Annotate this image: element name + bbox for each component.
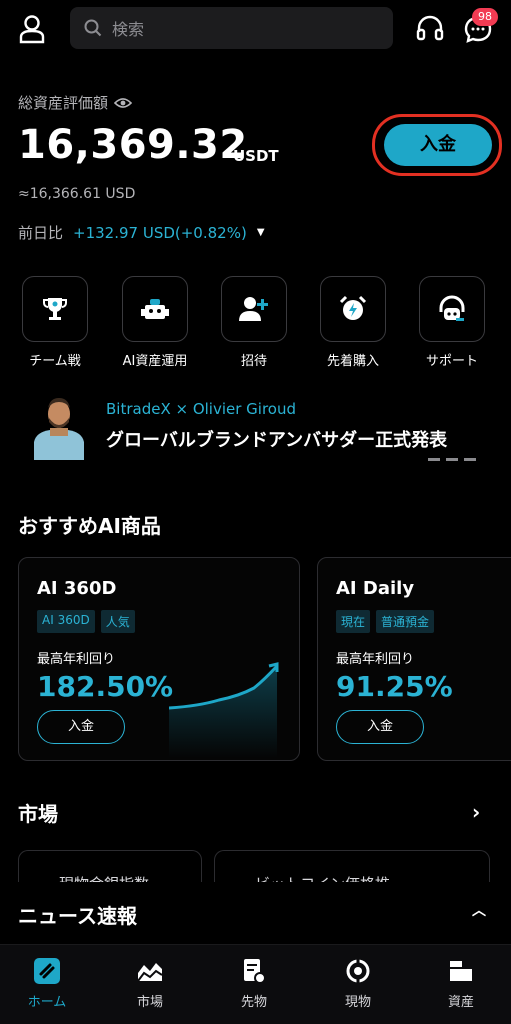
tab-label: ホーム [27, 995, 67, 1010]
quick-action-label: チーム戦 [29, 354, 81, 369]
product-tag: 現在 [336, 610, 371, 633]
tab-label: 先物 [240, 995, 267, 1010]
usd-approx-value: ≈16,366.61 USD [18, 186, 136, 202]
search-placeholder: 検索 [112, 20, 145, 39]
robot-icon [122, 276, 188, 342]
quick-action-early-purchase[interactable]: 先着購入 [313, 276, 393, 369]
daily-change-label: 前日比 [18, 224, 64, 242]
ambassador-photo[interactable] [30, 390, 88, 460]
daily-change-row[interactable]: 前日比 +132.97 USD(+0.82%) ▼ [18, 222, 265, 243]
market-title: 市場 [18, 802, 58, 826]
growth-sparkline-icon [169, 662, 279, 758]
banner-pagination [428, 458, 476, 461]
user-profile-icon[interactable] [18, 14, 46, 44]
pagination-dot [446, 458, 458, 461]
product-name: AI Daily [336, 578, 415, 599]
yield-value: 182.50% [37, 670, 174, 703]
eye-icon[interactable] [114, 97, 133, 109]
chevron-up-icon[interactable]: ︿ [472, 900, 486, 920]
tab-home[interactable]: ホーム [7, 957, 87, 1010]
notification-badge: 98 [472, 8, 498, 26]
quick-action-label: 先着購入 [326, 354, 379, 369]
quick-action-label: サポート [425, 354, 478, 369]
yield-label: 最高年利回り [336, 652, 415, 667]
quick-action-support[interactable]: サポート [412, 276, 492, 369]
product-name: AI 360D [37, 578, 117, 599]
headset-icon[interactable] [415, 14, 445, 44]
wallet-icon [447, 957, 475, 985]
market-card-title: ビットコイン価格推 [255, 873, 390, 882]
market-chart-icon [136, 957, 164, 985]
tab-label: 現物 [344, 995, 371, 1010]
market-card[interactable]: ビットコイン価格推 [214, 850, 490, 882]
yield-label: 最高年利回り [37, 652, 116, 667]
asset-label-text: 総資産評価額 [18, 94, 109, 112]
tab-market[interactable]: 市場 [110, 957, 190, 1010]
product-tag: AI 360D [37, 610, 95, 633]
product-tags: AI 360D 人気 [37, 610, 135, 633]
quick-action-team-battle[interactable]: チーム戦 [15, 276, 95, 369]
product-deposit-button[interactable]: 入金 [336, 710, 424, 744]
pagination-dot [428, 458, 440, 461]
asset-label: 総資産評価額 [18, 92, 133, 113]
quick-action-label: 招待 [240, 354, 267, 369]
invite-user-icon [221, 276, 287, 342]
ai-products-title: おすすめAI商品 [18, 514, 161, 538]
search-icon [84, 19, 102, 37]
tab-assets[interactable]: 資産 [421, 957, 501, 1010]
spot-icon [344, 957, 372, 985]
ai-product-card[interactable]: AI Daily 現在 普通預金 最高年利回り 91.25% 入金 [317, 557, 511, 761]
market-card[interactable]: 現物金銀指数 [18, 850, 202, 882]
bottom-tab-bar: ホーム 市場 先物 現物 資産 [0, 944, 511, 1024]
banner-title[interactable]: グローバルブランドアンバサダー正式発表 [106, 426, 447, 452]
total-asset-value: 16,369.32 [18, 122, 248, 168]
tab-label: 資産 [447, 995, 474, 1010]
home-icon [33, 957, 61, 985]
chevron-right-icon[interactable]: › [472, 800, 480, 824]
ai-product-card[interactable]: AI 360D AI 360D 人気 最高年利回り 182.50% 入金 [18, 557, 300, 761]
quick-action-ai-asset[interactable]: AI資産運用 [115, 276, 195, 369]
market-card-title: 現物金銀指数 [59, 873, 149, 882]
caret-down-icon: ▼ [256, 227, 265, 238]
pagination-dot [464, 458, 476, 461]
top-bar: 検索 98 [0, 0, 511, 58]
daily-change-value: +132.97 USD(+0.82%) [73, 223, 247, 242]
support-icon [419, 276, 485, 342]
total-asset-unit: USDT [233, 147, 279, 165]
trophy-icon [22, 276, 88, 342]
futures-doc-icon [240, 957, 268, 985]
product-deposit-button[interactable]: 入金 [37, 710, 125, 744]
tab-spot[interactable]: 現物 [318, 957, 398, 1010]
search-bar[interactable]: 検索 [70, 7, 393, 49]
product-tags: 現在 普通預金 [336, 610, 435, 633]
news-title: ニュース速報 [18, 904, 137, 928]
product-tag: 普通預金 [376, 610, 435, 633]
tab-futures[interactable]: 先物 [214, 957, 294, 1010]
quick-action-invite[interactable]: 招待 [214, 276, 294, 369]
banner-subtitle[interactable]: BitradeX × Olivier Giroud [106, 400, 296, 418]
quick-action-label: AI資産運用 [122, 354, 188, 369]
yield-value: 91.25% [336, 670, 453, 703]
product-tag: 人気 [100, 610, 135, 633]
alarm-clock-icon [320, 276, 386, 342]
tab-label: 市場 [136, 995, 163, 1010]
deposit-button[interactable]: 入金 [384, 124, 492, 166]
